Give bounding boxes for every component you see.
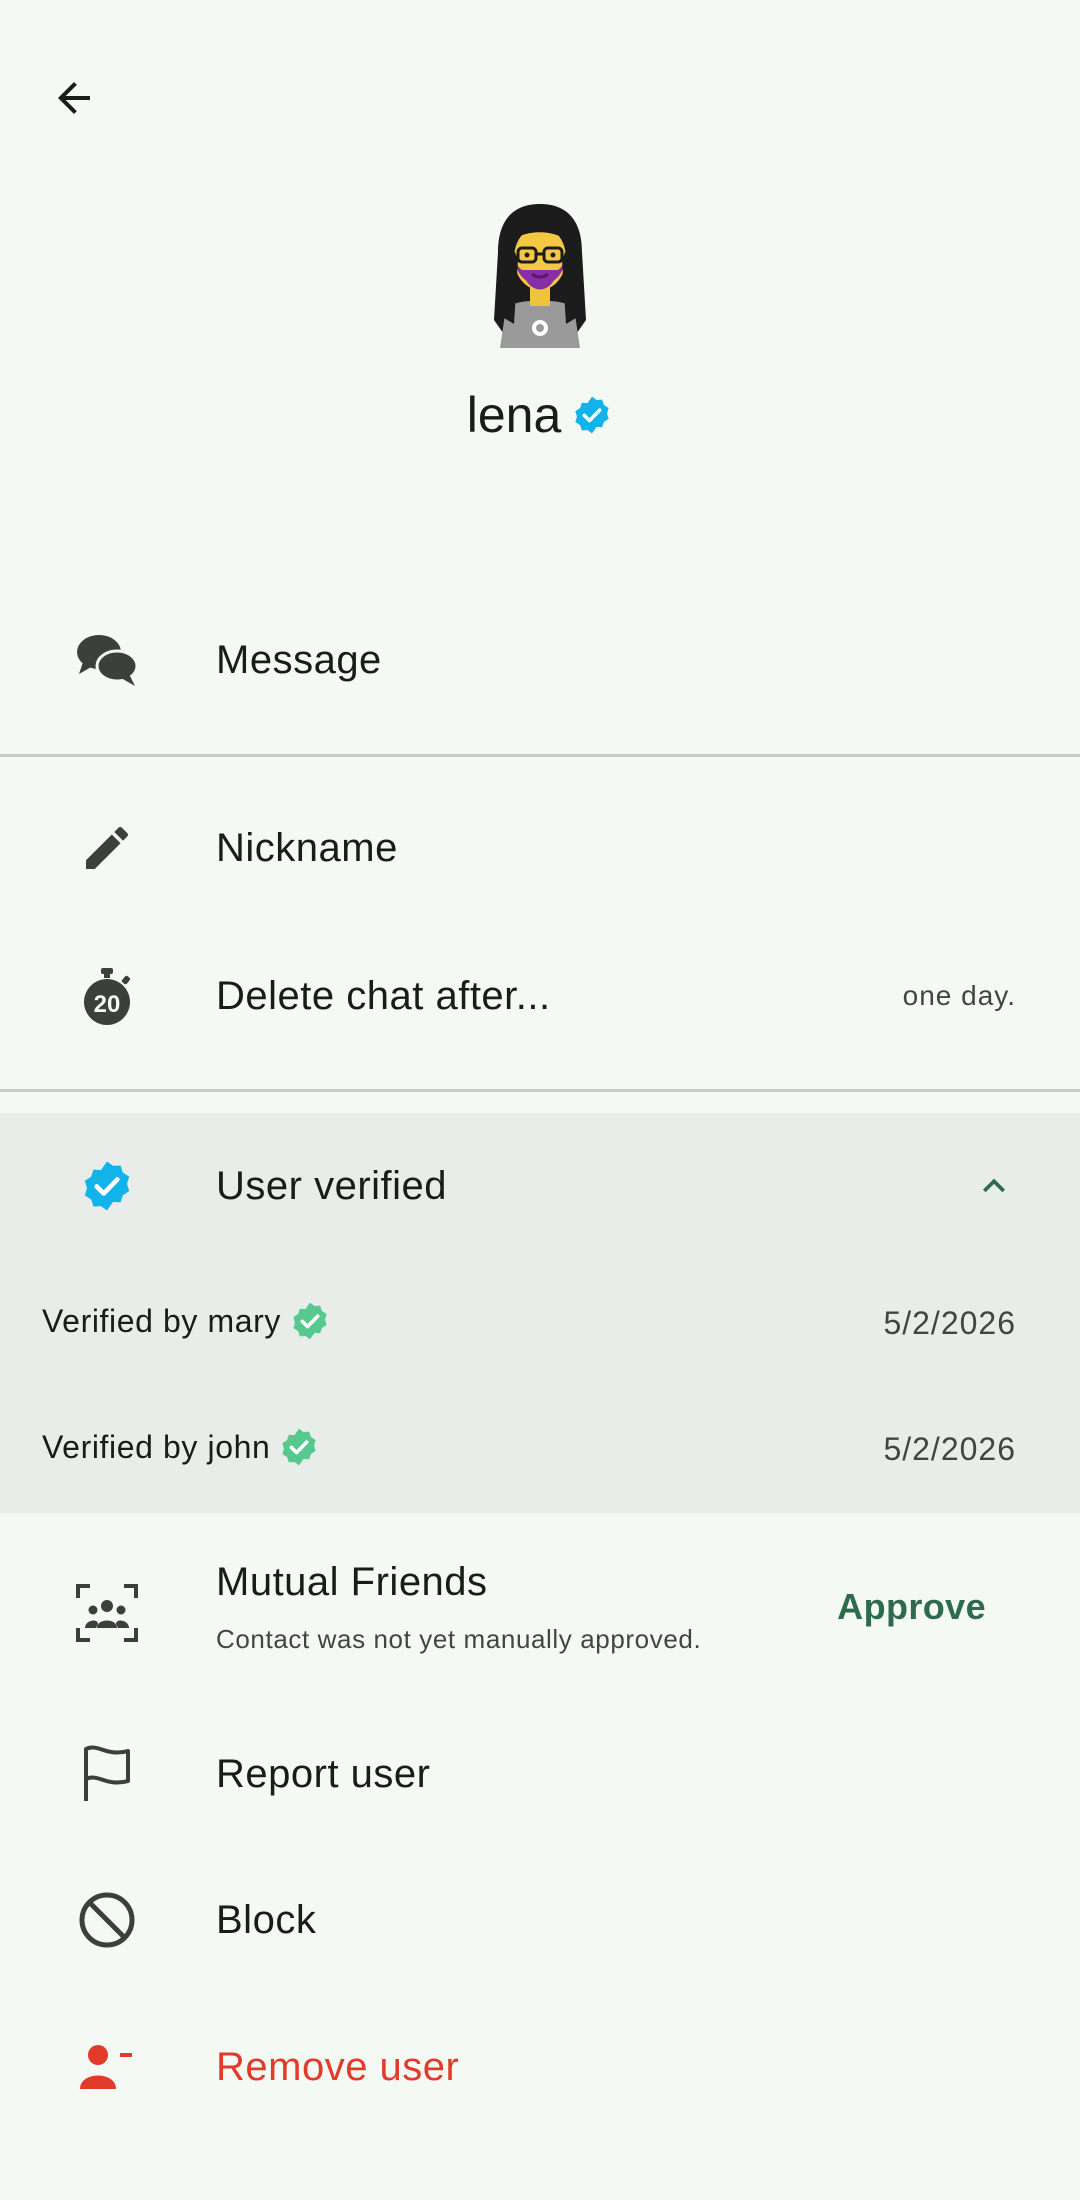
user-verified-label: User verified <box>216 1163 448 1208</box>
mutual-friends-subtitle: Contact was not yet manually approved. <box>216 1624 702 1654</box>
pencil-icon <box>74 815 140 881</box>
remove-user-row[interactable]: Remove user <box>0 2027 1080 2107</box>
verified-entry-text: Verified by john <box>42 1428 271 1465</box>
verified-entry-1: Verified by mary <box>42 1300 331 1342</box>
remove-user-label: Remove user <box>216 2044 460 2089</box>
remove-user-icon <box>74 2034 140 2100</box>
mutual-friends-label: Mutual Friends <box>216 1560 488 1604</box>
user-verified-row[interactable]: User verified <box>0 1146 1080 1226</box>
verified-entry-date: 5/2/2026 <box>883 1431 1016 1467</box>
delete-chat-label: Delete chat after... <box>216 973 551 1018</box>
verified-badge-icon <box>293 1302 327 1340</box>
mutual-friends-row[interactable]: Mutual Friends Contact was not yet manua… <box>0 1560 1080 1660</box>
divider <box>0 754 1080 757</box>
delete-chat-row[interactable]: 20 Delete chat after... one day. <box>0 956 1080 1036</box>
block-icon <box>74 1887 140 1953</box>
profile-name: lena <box>466 387 562 443</box>
message-row[interactable]: Message <box>0 620 1080 700</box>
flag-icon <box>74 1741 140 1807</box>
verified-badge-icon <box>74 1153 140 1219</box>
avatar <box>480 200 600 348</box>
message-label: Message <box>216 637 382 682</box>
group-scan-icon <box>74 1580 140 1646</box>
verified-badge-icon <box>575 396 609 434</box>
nickname-label: Nickname <box>216 825 398 870</box>
chat-bubbles-icon <box>74 627 140 693</box>
approve-button[interactable]: Approve <box>837 1586 986 1628</box>
timer-badge: 20 <box>94 991 121 1018</box>
verified-entry-text: Verified by mary <box>42 1302 282 1339</box>
divider <box>0 1089 1080 1092</box>
verified-badge-icon <box>282 1428 317 1466</box>
nickname-row[interactable]: Nickname <box>0 808 1080 888</box>
profile-name-row: lena <box>0 386 1080 444</box>
delete-chat-value: one day. <box>902 980 1016 1011</box>
verified-entry-date: 5/2/2026 <box>883 1305 1016 1341</box>
back-button[interactable] <box>40 64 108 132</box>
chevron-up-icon[interactable] <box>972 1164 1016 1208</box>
report-user-label: Report user <box>216 1751 431 1796</box>
timer-icon: 20 <box>74 963 140 1029</box>
block-row[interactable]: Block <box>0 1880 1080 1960</box>
block-label: Block <box>216 1897 317 1942</box>
report-user-row[interactable]: Report user <box>0 1734 1080 1814</box>
back-arrow-icon <box>58 82 90 114</box>
verified-entry-2: Verified by john <box>42 1426 320 1468</box>
